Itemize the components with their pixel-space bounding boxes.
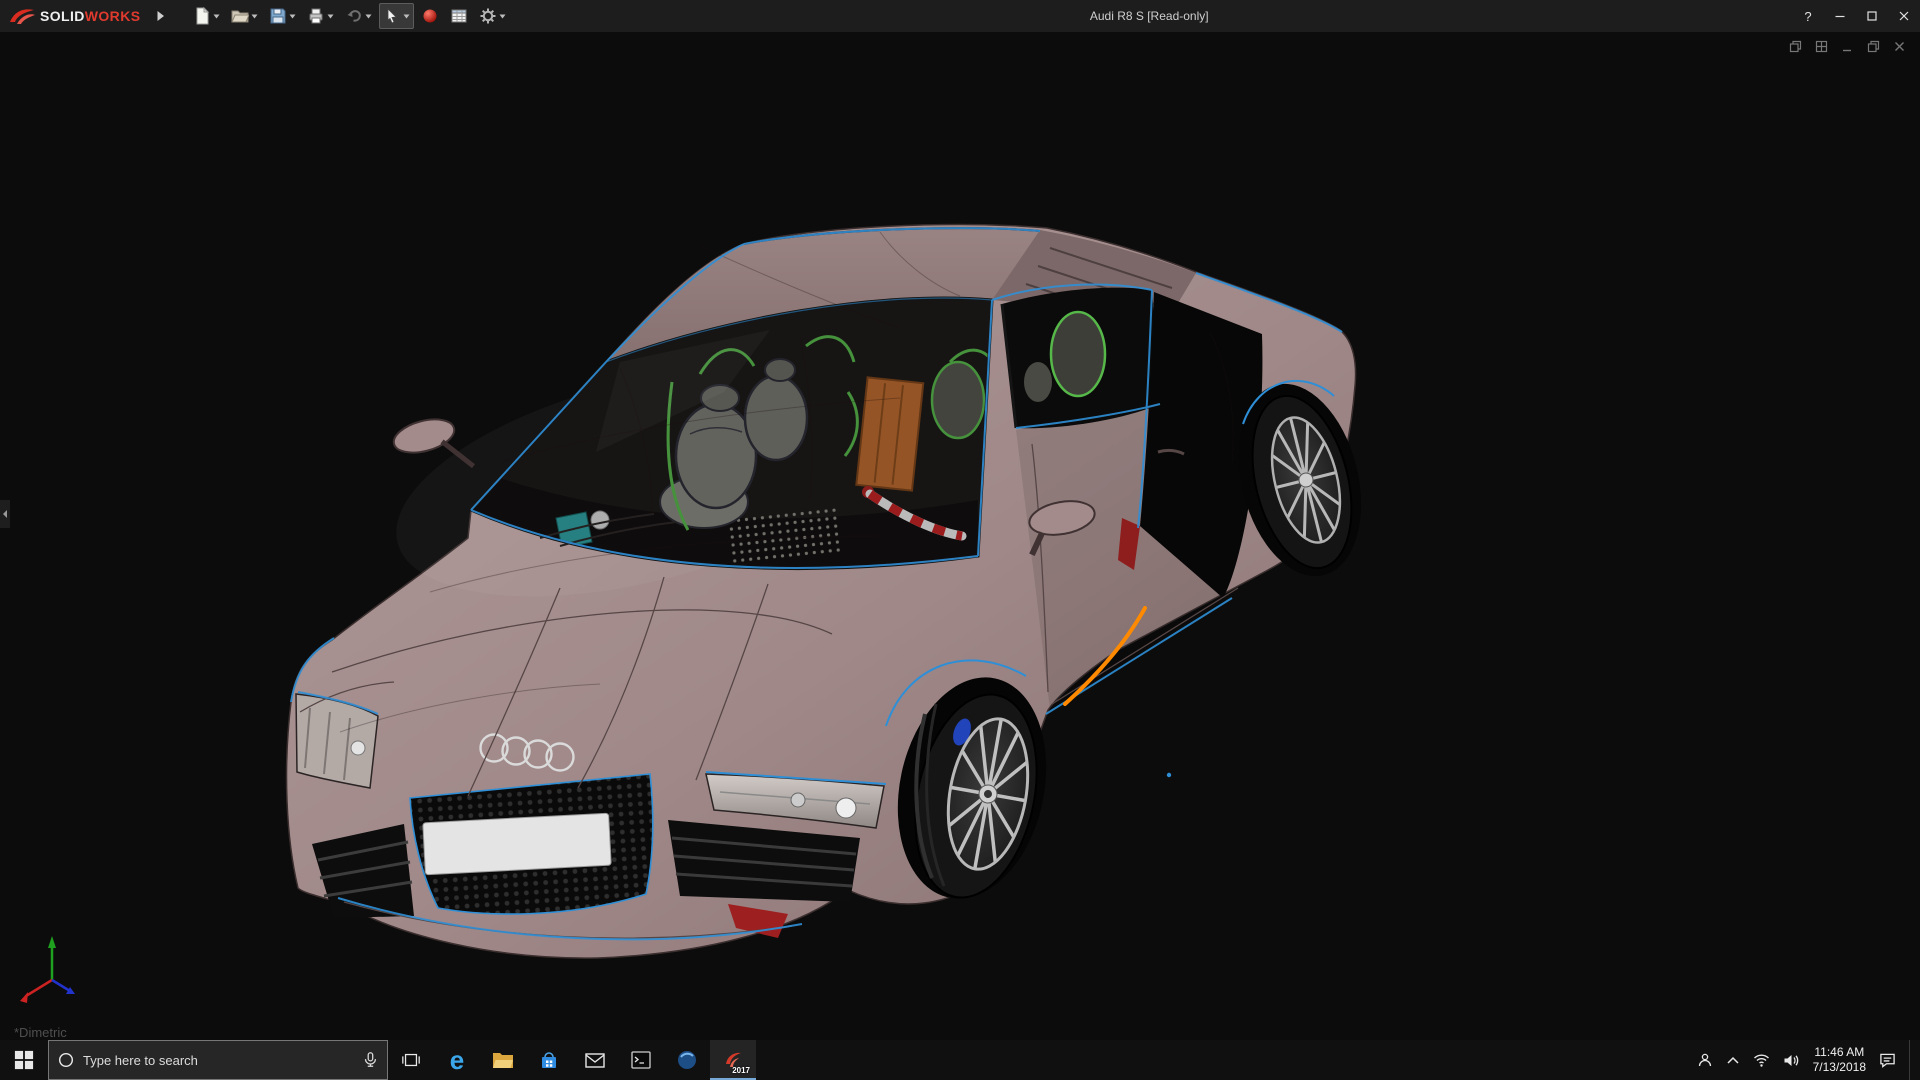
cortana-icon xyxy=(58,1052,74,1068)
red-status-icon xyxy=(423,9,437,23)
help-glyph: ? xyxy=(1804,8,1812,24)
quick-access-toolbar xyxy=(189,3,510,29)
titlebar: SOLIDWORKS Audi R8 S [Read-only] ? xyxy=(0,0,1920,32)
options-gear-icon xyxy=(480,8,496,24)
minimize-icon xyxy=(1835,15,1845,18)
store-button[interactable] xyxy=(526,1040,572,1080)
print-button[interactable] xyxy=(303,3,338,29)
orientation-triad xyxy=(20,936,75,1003)
car-model[interactable] xyxy=(285,223,1380,959)
taskbar-search-box[interactable] xyxy=(48,1040,388,1080)
blue-vertex-dot[interactable] xyxy=(1166,772,1172,778)
maximize-icon xyxy=(1867,11,1877,21)
clock-date: 7/13/2018 xyxy=(1812,1060,1866,1074)
store-icon xyxy=(542,1052,556,1068)
red-status-button[interactable] xyxy=(417,3,443,29)
solidworks-brand: SOLIDWORKS xyxy=(0,6,146,26)
microphone-icon[interactable] xyxy=(361,1051,379,1069)
doc-cascade-icon[interactable] xyxy=(1789,40,1802,53)
seat-through-side-window xyxy=(1049,310,1107,398)
minimize-button[interactable] xyxy=(1824,0,1856,32)
chevron-down-icon[interactable] xyxy=(327,14,334,19)
doc-restore-icon[interactable] xyxy=(1867,40,1880,53)
close-button[interactable] xyxy=(1888,0,1920,32)
expand-left-icon xyxy=(3,510,7,518)
design-table-icon xyxy=(451,9,467,23)
wifi-icon[interactable] xyxy=(1753,1053,1770,1068)
maximize-button[interactable] xyxy=(1856,0,1888,32)
chevron-down-icon[interactable] xyxy=(365,14,372,19)
chevron-down-icon[interactable] xyxy=(289,14,296,19)
clock-time: 11:46 AM xyxy=(1814,1045,1865,1059)
side-window[interactable] xyxy=(1000,287,1160,429)
doc-close-icon[interactable] xyxy=(1893,40,1906,53)
search-input[interactable] xyxy=(83,1052,353,1068)
graphics-area[interactable]: *Dimetric xyxy=(0,32,1920,1040)
doc-minimize-icon[interactable] xyxy=(1841,40,1854,53)
select-cursor-icon xyxy=(388,8,398,24)
mail-icon xyxy=(585,1053,605,1068)
3d-viewport-canvas[interactable] xyxy=(0,32,1920,1040)
edge-browser-button[interactable]: e xyxy=(434,1040,480,1080)
options-button[interactable] xyxy=(475,3,510,29)
tray-expand-chevron-icon[interactable] xyxy=(1726,1054,1740,1066)
windows-taskbar: e xyxy=(0,1040,1920,1080)
file-explorer-button[interactable] xyxy=(480,1040,526,1080)
select-tool-button[interactable] xyxy=(379,3,415,29)
mail-button[interactable] xyxy=(572,1040,618,1080)
feature-panel-expander[interactable] xyxy=(0,500,10,528)
document-window-controls xyxy=(1789,40,1906,53)
tray-clock[interactable]: 11:46 AM 7/13/2018 xyxy=(1813,1045,1866,1075)
edge-icon: e xyxy=(449,1045,465,1075)
help-button[interactable]: ? xyxy=(1792,0,1824,32)
terminal-icon xyxy=(631,1051,651,1069)
solidworks-app-button[interactable]: 2017 xyxy=(710,1040,756,1080)
save-floppy-icon xyxy=(270,8,286,24)
design-table-button[interactable] xyxy=(446,3,472,29)
file-explorer-icon xyxy=(493,1053,513,1068)
solidworks-window: SOLIDWORKS Audi R8 S [Read-only] ? *Dime… xyxy=(0,0,1920,1080)
undo-icon xyxy=(347,10,362,22)
undo-button[interactable] xyxy=(341,3,376,29)
new-document-button[interactable] xyxy=(189,3,224,29)
ds-logo-icon xyxy=(10,9,35,24)
blue-sphere-app-icon xyxy=(678,1051,696,1069)
chevron-down-icon[interactable] xyxy=(213,14,220,19)
close-icon xyxy=(1899,11,1909,21)
open-folder-icon xyxy=(231,10,250,23)
terminal-button[interactable] xyxy=(618,1040,664,1080)
action-center-icon[interactable] xyxy=(1879,1052,1896,1068)
chevron-down-icon[interactable] xyxy=(403,14,410,19)
task-view-button[interactable] xyxy=(388,1040,434,1080)
task-view-icon xyxy=(402,1053,420,1067)
print-icon xyxy=(309,8,323,24)
new-document-icon xyxy=(196,7,210,25)
show-desktop-button[interactable] xyxy=(1909,1040,1914,1080)
license-plate[interactable] xyxy=(422,812,612,876)
windows-logo-icon xyxy=(14,1050,34,1070)
start-button[interactable] xyxy=(0,1040,48,1080)
doc-tile-icon[interactable] xyxy=(1815,40,1828,53)
open-button[interactable] xyxy=(227,3,262,29)
edrawings-button[interactable] xyxy=(664,1040,710,1080)
chevron-down-icon[interactable] xyxy=(499,14,506,19)
volume-icon[interactable] xyxy=(1783,1053,1800,1068)
window-controls: ? xyxy=(1792,0,1920,32)
brand-text: SOLIDWORKS xyxy=(40,8,141,24)
expand-right-icon xyxy=(157,11,165,21)
chevron-down-icon[interactable] xyxy=(251,14,258,19)
window-title: Audi R8 S [Read-only] xyxy=(1089,9,1209,23)
system-tray: 11:46 AM 7/13/2018 xyxy=(1697,1040,1920,1080)
menu-expand-arrow[interactable] xyxy=(146,10,175,22)
people-icon[interactable] xyxy=(1697,1052,1713,1068)
save-button[interactable] xyxy=(265,3,300,29)
view-orientation-label: *Dimetric xyxy=(14,1025,67,1040)
solidworks-year-badge: 2017 xyxy=(732,1066,750,1075)
